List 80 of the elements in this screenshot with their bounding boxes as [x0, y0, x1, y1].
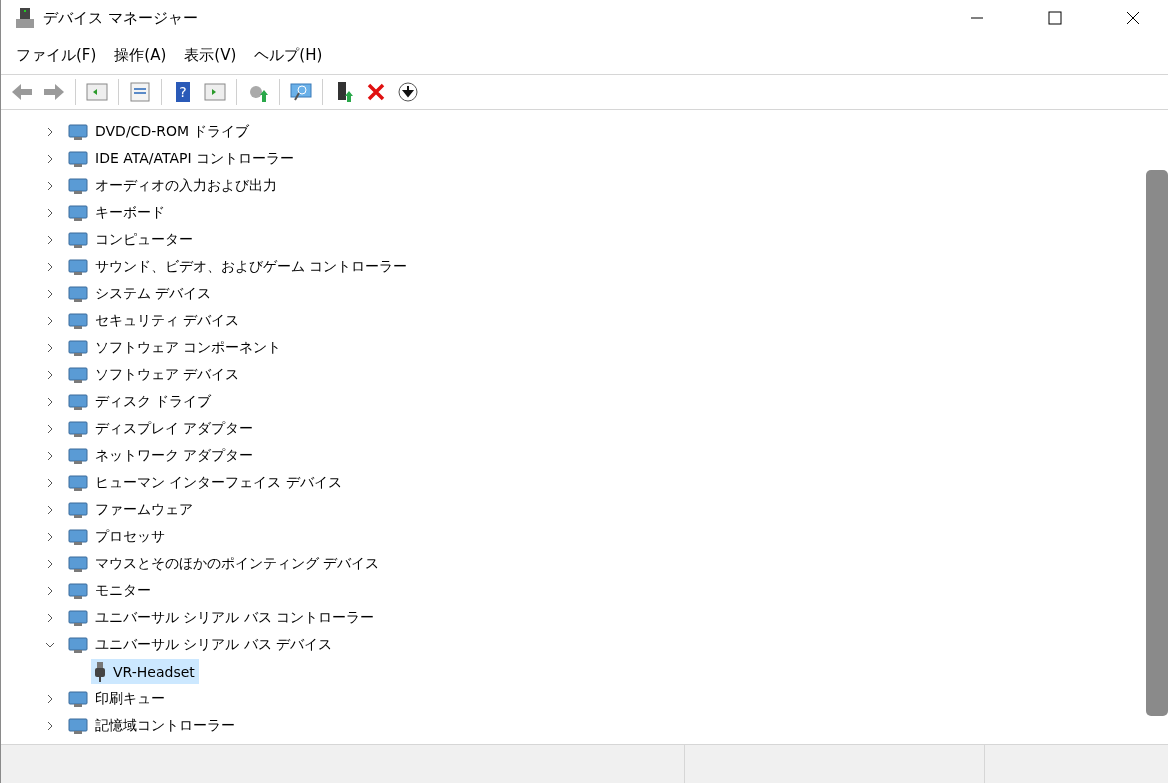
device-icon — [67, 256, 89, 277]
tree-item[interactable]: セキュリティ デバイス — [65, 308, 244, 333]
tree-item[interactable]: ソフトウェア デバイス — [65, 362, 244, 387]
tree-item[interactable]: サウンド、ビデオ、およびゲーム コントローラー — [65, 254, 412, 279]
device-icon — [67, 472, 89, 493]
chevron-right-icon — [45, 612, 55, 623]
usb-plug-icon — [93, 660, 107, 683]
menu-item[interactable]: ヘルプ(H) — [245, 41, 332, 69]
tree-item[interactable]: ネットワーク アダプター — [65, 443, 258, 468]
properties-icon — [128, 80, 152, 104]
device-icon — [67, 148, 89, 169]
chevron-right-icon — [45, 531, 55, 542]
tree-item[interactable]: プロセッサ — [65, 524, 169, 549]
tree-item[interactable]: ディスプレイ アダプター — [65, 416, 258, 441]
chevron-right-icon — [45, 423, 55, 434]
tree-item[interactable]: VR-Headset — [91, 659, 199, 684]
tree-item[interactable]: モニター — [65, 578, 155, 603]
window-title: デバイス マネージャー — [43, 8, 199, 28]
menu-item[interactable]: ファイル(F) — [7, 41, 106, 69]
tree-item[interactable]: 記憶域コントローラー — [65, 713, 239, 738]
device-icon — [67, 337, 89, 358]
tree-item[interactable]: DVD/CD-ROM ドライブ — [65, 119, 254, 144]
chevron-right-icon — [45, 180, 55, 191]
tree-item[interactable]: オーディオの入力および出力 — [65, 173, 281, 198]
chevron-right-icon — [45, 585, 55, 596]
device-icon — [67, 715, 89, 736]
device-icon — [67, 229, 89, 250]
panel-right-icon — [203, 80, 227, 104]
device-icon — [67, 283, 89, 304]
device-icon — [67, 580, 89, 601]
device-icon — [67, 553, 89, 574]
chevron-right-icon — [45, 207, 55, 218]
device-icon — [67, 391, 89, 412]
chevron-right-icon — [45, 693, 55, 704]
device-icon — [67, 445, 89, 466]
device-icon — [67, 418, 89, 439]
tree-item[interactable]: ソフトウェア コンポーネント — [65, 335, 286, 360]
chevron-right-icon — [45, 558, 55, 569]
tree-item[interactable]: コンピューター — [65, 227, 197, 252]
menu-item[interactable]: 操作(A) — [105, 41, 176, 69]
chevron-right-icon — [45, 261, 55, 272]
tree-item[interactable]: ファームウェア — [65, 497, 197, 522]
chevron-right-icon — [45, 396, 55, 407]
device-icon — [67, 364, 89, 385]
panel-left-icon — [85, 80, 109, 104]
chevron-right-icon — [45, 234, 55, 245]
chevron-right-icon — [45, 720, 55, 731]
chevron-right-icon — [45, 504, 55, 515]
tree-item[interactable]: IDE ATA/ATAPI コントローラー — [65, 146, 298, 171]
device-icon — [67, 202, 89, 223]
device-icon — [67, 175, 89, 196]
download-circle-icon — [396, 80, 420, 104]
tree-item[interactable]: ヒューマン インターフェイス デバイス — [65, 470, 346, 495]
device-icon — [67, 526, 89, 547]
maximize-icon — [1048, 11, 1062, 25]
device-icon — [67, 121, 89, 142]
chevron-right-icon — [45, 153, 55, 164]
chevron-right-icon — [45, 369, 55, 380]
chevron-right-icon — [45, 477, 55, 488]
chevron-right-icon — [45, 342, 55, 353]
device-icon — [67, 688, 89, 709]
scrollbar-thumb[interactable] — [1146, 170, 1168, 716]
close-icon — [1126, 11, 1140, 25]
chevron-right-icon — [45, 315, 55, 326]
device-icon — [67, 499, 89, 520]
tree-item[interactable]: キーボード — [65, 200, 169, 225]
chevron-right-icon — [45, 126, 55, 137]
tree-item[interactable]: ユニバーサル シリアル バス デバイス — [65, 632, 337, 657]
tree-item[interactable]: ディスク ドライブ — [65, 389, 216, 414]
device-icon — [67, 310, 89, 331]
tree-item[interactable]: システム デバイス — [65, 281, 216, 306]
chevron-right-icon — [45, 450, 55, 461]
device-icon — [67, 607, 89, 628]
tree-item[interactable]: 印刷キュー — [65, 686, 169, 711]
tree-item[interactable]: ユニバーサル シリアル バス コントローラー — [65, 605, 379, 630]
menu-item[interactable]: 表示(V) — [175, 41, 246, 69]
tree-item[interactable]: マウスとそのほかのポインティング デバイス — [65, 551, 384, 576]
chevron-right-icon — [45, 288, 55, 299]
app-icon — [15, 7, 35, 29]
device-icon — [67, 634, 89, 655]
